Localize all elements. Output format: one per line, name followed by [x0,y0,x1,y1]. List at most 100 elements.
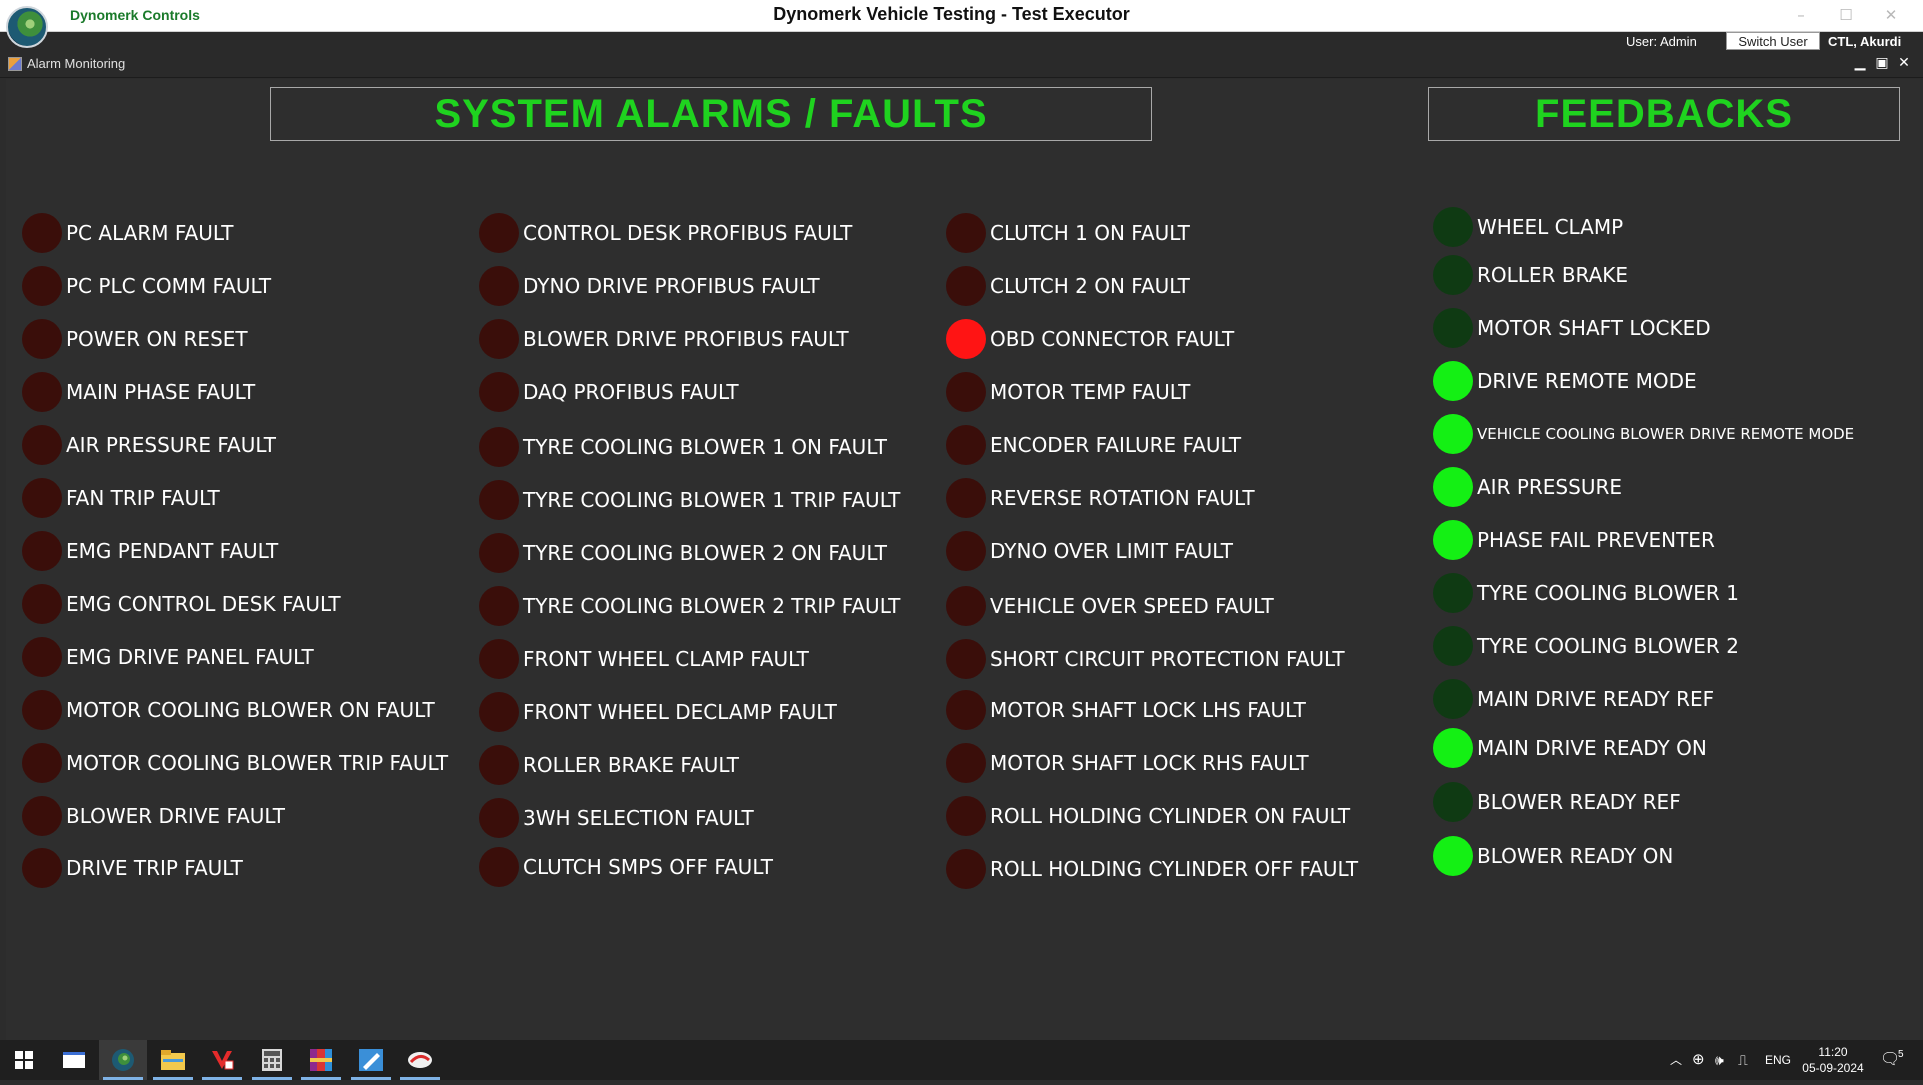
alarm-label: SHORT CIRCUIT PROTECTION FAULT [990,647,1345,671]
feedback-indicator-lamp [1433,414,1473,454]
feedback-label: VEHICLE COOLING BLOWER DRIVE REMOTE MODE [1477,425,1855,443]
alarm-label: ROLL HOLDING CYLINDER OFF FAULT [990,857,1359,881]
feedback-indicator-lamp [1433,728,1473,768]
feedback-indicator-lamp [1433,679,1473,719]
child-close-button[interactable]: ✕ [1894,54,1914,72]
winrar-icon[interactable] [297,1040,345,1080]
fault-indicator-lamp [946,478,986,518]
fault-indicator-lamp [22,848,62,888]
fault-indicator-lamp [22,213,62,253]
alarm-label: PC ALARM FAULT [66,221,234,245]
feedback-label: TYRE COOLING BLOWER 1 [1477,581,1739,605]
location-label: CTL, Akurdi [1828,34,1902,49]
fault-indicator-lamp [22,690,62,730]
alarm-label: MOTOR TEMP FAULT [990,380,1191,404]
fault-indicator-lamp [479,266,519,306]
fault-indicator-lamp [946,639,986,679]
fault-indicator-lamp [22,637,62,677]
alarm-label: EMG CONTROL DESK FAULT [66,592,341,616]
volume-icon[interactable]: 🕪 [1715,1040,1724,1080]
fault-indicator-lamp [479,745,519,785]
v-app-icon[interactable] [198,1040,246,1080]
fault-indicator-lamp [479,533,519,573]
feedback-indicator-lamp [1433,520,1473,560]
fault-indicator-lamp [946,213,986,253]
clock-time: 11:20 [1818,1045,1848,1059]
fault-indicator-lamp [22,266,62,306]
paint-app-icon[interactable] [347,1040,395,1080]
fault-indicator-lamp [479,847,519,887]
fault-indicator-lamp [479,427,519,467]
fault-indicator-lamp [946,372,986,412]
feedback-indicator-lamp [1433,573,1473,613]
feedback-indicator-lamp [1433,626,1473,666]
calculator-app-icon[interactable] [248,1040,296,1080]
feedback-label: BLOWER READY ON [1477,844,1674,868]
child-window-header: Alarm Monitoring ▁ ▣ ✕ [0,50,1923,78]
fault-indicator-lamp [946,796,986,836]
alarm-label: BLOWER DRIVE FAULT [66,804,286,828]
fault-indicator-lamp [22,796,62,836]
power-plug-icon[interactable]: ⎍ [1738,1040,1748,1080]
network-globe-icon[interactable]: ⊕ [1692,1040,1705,1080]
dynomerk-app-icon[interactable] [99,1040,147,1080]
alarm-label: POWER ON RESET [66,327,248,351]
fault-indicator-lamp [22,584,62,624]
fault-indicator-lamp [22,372,62,412]
alarm-label: CLUTCH SMPS OFF FAULT [523,855,773,879]
minimize-button[interactable]: – [1779,2,1823,28]
alarm-label: FRONT WHEEL CLAMP FAULT [523,647,809,671]
feedback-indicator-lamp [1433,255,1473,295]
fault-indicator-lamp [479,798,519,838]
feedback-indicator-lamp [1433,836,1473,876]
child-minimize-button[interactable]: ▁ [1850,54,1870,72]
show-hidden-icons-icon[interactable]: ︿ [1670,1040,1682,1080]
close-button[interactable]: ✕ [1869,2,1913,28]
feedback-label: MAIN DRIVE READY ON [1477,736,1707,760]
feedbacks-header: FEEDBACKS [1428,87,1900,141]
feedback-indicator-lamp [1433,308,1473,348]
alarm-label: EMG PENDANT FAULT [66,539,279,563]
clock-date: 05-09-2024 [1802,1061,1864,1075]
racing-app-icon[interactable] [396,1040,444,1080]
feedback-label: WHEEL CLAMP [1477,215,1624,239]
maximize-button[interactable]: ☐ [1824,2,1868,28]
alarm-label: CLUTCH 2 ON FAULT [990,274,1190,298]
fault-indicator-lamp [946,531,986,571]
alarm-label: DAQ PROFIBUS FAULT [523,380,739,404]
window-title: Dynomerk Vehicle Testing - Test Executor [773,4,1130,24]
fault-indicator-lamp [946,743,986,783]
switch-user-button[interactable]: Switch User [1726,32,1820,50]
fault-indicator-lamp [479,372,519,412]
alarm-label: MOTOR COOLING BLOWER ON FAULT [66,698,435,722]
alarm-label: ROLLER BRAKE FAULT [523,753,740,777]
fault-indicator-lamp [946,586,986,626]
fault-indicator-lamp [946,319,986,359]
fault-indicator-lamp [22,743,62,783]
current-user: User: Admin [1626,34,1697,49]
desktop-window-icon[interactable] [50,1040,98,1080]
feedback-label: BLOWER READY REF [1477,790,1681,814]
alarm-label: DRIVE TRIP FAULT [66,856,243,880]
fault-indicator-lamp [479,319,519,359]
language-indicator[interactable]: ENG [1765,1040,1791,1080]
feedback-label: DRIVE REMOTE MODE [1477,369,1697,393]
file-explorer-icon[interactable] [149,1040,197,1080]
alarm-label: ROLL HOLDING CYLINDER ON FAULT [990,804,1351,828]
feedback-indicator-lamp [1433,782,1473,822]
alarm-label: VEHICLE OVER SPEED FAULT [990,594,1274,618]
alarm-label: TYRE COOLING BLOWER 2 ON FAULT [523,541,887,565]
fault-indicator-lamp [22,425,62,465]
fault-indicator-lamp [946,266,986,306]
feedback-label: ROLLER BRAKE [1477,263,1629,287]
system-clock[interactable]: 11:20 05-09-2024 [1800,1044,1866,1076]
feedback-indicator-lamp [1433,361,1473,401]
windows-start-icon[interactable] [0,1040,48,1080]
user-bar: User: Admin Switch User CTL, Akurdi [0,32,1923,50]
alarm-window-icon [8,57,22,71]
child-maximize-button[interactable]: ▣ [1872,54,1892,72]
alarm-label: DYNO DRIVE PROFIBUS FAULT [523,274,820,298]
feedback-label: AIR PRESSURE [1477,475,1622,499]
feedback-indicator-lamp [1433,207,1473,247]
alarm-label: MOTOR SHAFT LOCK LHS FAULT [990,698,1306,722]
